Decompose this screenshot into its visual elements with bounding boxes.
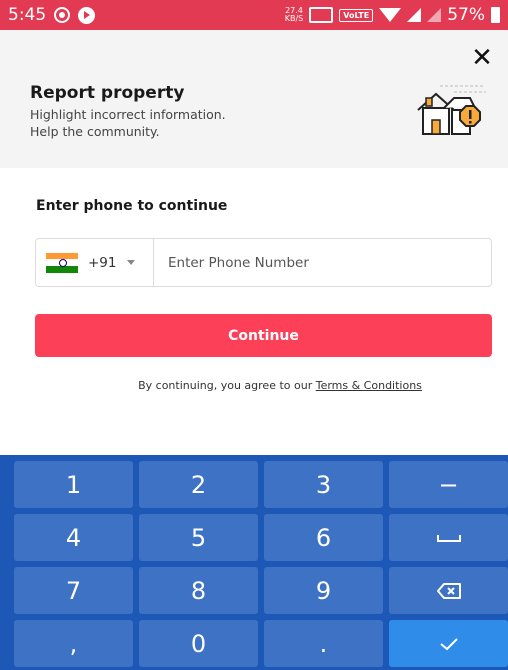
key-backspace[interactable] (389, 567, 508, 614)
checkmark-icon (439, 637, 458, 650)
battery-icon (491, 7, 500, 23)
phone-number-input[interactable] (154, 239, 491, 286)
phone-input-group: +91 (35, 238, 492, 287)
numeric-keypad: 1 2 3 − 4 5 6 7 8 9 , 0 . (0, 455, 508, 670)
signal-icon (407, 8, 422, 22)
signal-secondary-icon (427, 8, 442, 22)
chevron-down-icon (126, 260, 135, 265)
key-done[interactable] (389, 620, 508, 667)
key-6[interactable]: 6 (264, 514, 383, 561)
status-bar: 5:45 27.4 KB/S VoLTE 57% (0, 0, 508, 30)
key-period[interactable]: . (264, 620, 383, 667)
country-code-selector[interactable]: +91 (36, 239, 154, 286)
backspace-icon (436, 582, 461, 599)
key-minus[interactable]: − (389, 461, 508, 508)
continue-button[interactable]: Continue (35, 314, 492, 357)
close-button[interactable]: ✕ (468, 43, 496, 73)
page-subtitle: Highlight incorrect information. Help th… (30, 107, 226, 139)
india-flag-icon (46, 252, 78, 273)
network-speed: 27.4 KB/S (284, 6, 304, 23)
key-0[interactable]: 0 (139, 620, 258, 667)
status-time: 5:45 (8, 5, 47, 25)
app-notification-icon (78, 6, 96, 24)
page-title: Report property (30, 83, 185, 103)
battery-percent: 57% (447, 5, 485, 25)
key-9[interactable]: 9 (264, 567, 383, 614)
wifi-icon (379, 8, 402, 22)
close-icon: ✕ (471, 43, 493, 73)
space-icon (436, 534, 461, 542)
key-space[interactable] (389, 514, 508, 561)
key-1[interactable]: 1 (14, 461, 133, 508)
key-3[interactable]: 3 (264, 461, 383, 508)
key-comma[interactable]: , (14, 620, 133, 667)
house-warning-icon (417, 85, 486, 135)
phone-label: Enter phone to continue (36, 198, 228, 214)
key-2[interactable]: 2 (139, 461, 258, 508)
country-code: +91 (88, 254, 117, 271)
cast-icon (309, 7, 334, 23)
key-8[interactable]: 8 (139, 567, 258, 614)
key-5[interactable]: 5 (139, 514, 258, 561)
terms-notice: By continuing, you agree to our Terms & … (138, 379, 422, 392)
report-header: ✕ Report property Highlight incorrect in… (0, 30, 508, 168)
volte-badge: VoLTE (339, 8, 374, 22)
key-4[interactable]: 4 (14, 514, 133, 561)
key-7[interactable]: 7 (14, 567, 133, 614)
record-icon (54, 7, 71, 23)
terms-link[interactable]: Terms & Conditions (316, 379, 422, 392)
